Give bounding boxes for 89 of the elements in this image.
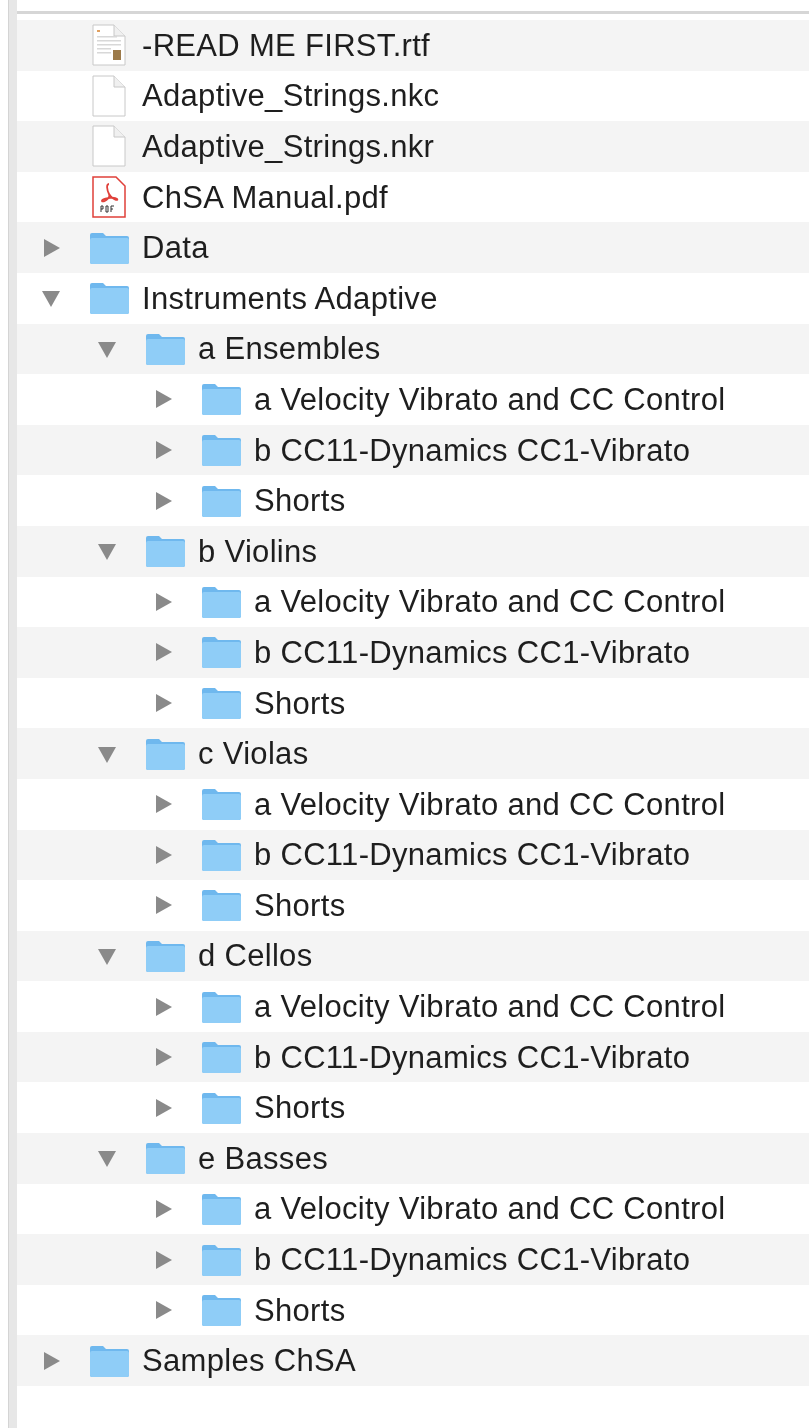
folder-icon <box>144 1141 186 1176</box>
folder-icon <box>200 483 242 518</box>
disclosure-triangle-icon[interactable] <box>153 1300 173 1321</box>
folder-icon <box>144 736 186 771</box>
file-icon <box>92 125 126 168</box>
disclosure-triangle-icon[interactable] <box>153 490 173 511</box>
file-name: a Velocity Vibrato and CC Control <box>254 788 726 820</box>
file-row[interactable]: Data <box>17 222 809 273</box>
folder-icon <box>200 837 242 872</box>
file-row[interactable]: b CC11-Dynamics CC1-Vibrato <box>17 424 809 476</box>
file-name: e Basses <box>198 1142 328 1174</box>
file-name: Shorts <box>254 485 346 517</box>
file-row[interactable]: Adaptive_Strings.nkr <box>17 121 809 172</box>
file-name: Shorts <box>254 1092 346 1124</box>
disclosure-triangle-icon[interactable] <box>153 693 173 713</box>
file-row[interactable]: b Violins <box>17 525 809 577</box>
disclosure-triangle-icon[interactable] <box>153 1198 173 1219</box>
file-name: Shorts <box>254 1294 346 1326</box>
file-name: b CC11-Dynamics CC1-Vibrato <box>254 434 691 466</box>
file-name: c Violas <box>198 738 309 770</box>
disclosure-triangle-icon[interactable] <box>153 895 173 916</box>
disclosure-triangle-icon[interactable] <box>153 389 173 410</box>
file-name: a Velocity Vibrato and CC Control <box>254 991 726 1023</box>
folder-icon <box>200 433 242 468</box>
disclosure-triangle-icon[interactable] <box>97 946 117 966</box>
file-name: b Violins <box>198 535 318 567</box>
file-name: a Velocity Vibrato and CC Control <box>254 383 726 415</box>
folder-icon <box>200 584 242 619</box>
disclosure-triangle-icon[interactable] <box>41 1350 61 1371</box>
file-name: Adaptive_Strings.nkr <box>142 131 435 162</box>
file-row[interactable]: b CC11-Dynamics CC1-Vibrato <box>17 829 809 881</box>
file-row[interactable]: d Cellos <box>17 930 809 982</box>
file-row[interactable]: b CC11-Dynamics CC1-Vibrato <box>17 1031 809 1083</box>
folder-icon <box>200 1191 242 1226</box>
file-row[interactable]: e Basses <box>17 1133 809 1184</box>
file-row[interactable]: -READ ME FIRST.rtf <box>17 20 809 71</box>
disclosure-triangle-icon[interactable] <box>97 1148 117 1169</box>
folder-icon <box>200 1293 242 1328</box>
file-row[interactable]: a Ensembles <box>17 323 809 375</box>
folder-icon <box>88 281 130 316</box>
disclosure-triangle-icon[interactable] <box>153 440 173 461</box>
file-row[interactable]: b CC11-Dynamics CC1-Vibrato <box>17 627 809 678</box>
folder-icon <box>200 686 242 720</box>
disclosure-triangle-icon[interactable] <box>153 794 173 815</box>
disclosure-triangle-icon[interactable] <box>97 541 117 562</box>
file-name: a Velocity Vibrato and CC Control <box>254 1193 726 1225</box>
file-name: b CC11-Dynamics CC1-Vibrato <box>254 636 691 668</box>
file-name: b CC11-Dynamics CC1-Vibrato <box>254 839 691 871</box>
file-row[interactable]: Samples ChSA <box>17 1335 809 1387</box>
disclosure-triangle-icon[interactable] <box>153 1249 173 1270</box>
folder-icon <box>200 382 242 417</box>
disclosure-triangle-icon[interactable] <box>153 844 173 865</box>
folder-icon <box>200 787 242 822</box>
file-name: Adaptive_Strings.nkc <box>142 80 440 112</box>
folder-icon <box>144 939 186 973</box>
disclosure-triangle-icon[interactable] <box>153 996 173 1017</box>
file-row[interactable]: c Violas <box>17 728 809 779</box>
file-name: Shorts <box>254 687 346 719</box>
file-name: Samples ChSA <box>142 1345 356 1377</box>
file-name: ChSA Manual.pdf <box>142 181 388 213</box>
file-name: Data <box>142 232 209 264</box>
file-name: Instruments Adaptive <box>142 282 438 314</box>
folder-icon <box>200 1040 242 1075</box>
file-name: -READ ME FIRST.rtf <box>142 29 431 61</box>
disclosure-triangle-icon[interactable] <box>41 237 61 258</box>
folder-icon <box>200 1242 242 1277</box>
disclosure-triangle-icon[interactable] <box>153 1097 173 1118</box>
folder-icon <box>200 888 242 923</box>
file-name: a Ensembles <box>198 333 381 365</box>
file-name: a Velocity Vibrato and CC Control <box>254 586 726 618</box>
file-row[interactable]: b CC11-Dynamics CC1-Vibrato <box>17 1234 809 1285</box>
file-name: d Cellos <box>198 940 313 972</box>
document-icon <box>92 24 126 67</box>
disclosure-triangle-icon[interactable] <box>41 288 61 309</box>
disclosure-triangle-icon[interactable] <box>153 642 173 663</box>
disclosure-triangle-icon[interactable] <box>153 591 173 612</box>
folder-icon <box>200 1090 242 1125</box>
disclosure-triangle-icon[interactable] <box>153 1047 173 1068</box>
pdf-icon <box>92 176 126 219</box>
file-name: Shorts <box>254 889 346 921</box>
folder-icon <box>200 635 242 670</box>
file-icon <box>92 74 126 117</box>
folder-icon <box>144 331 186 366</box>
file-name: b CC11-Dynamics CC1-Vibrato <box>254 1041 691 1073</box>
folder-icon <box>200 989 242 1024</box>
file-name: b CC11-Dynamics CC1-Vibrato <box>254 1244 691 1276</box>
folder-icon <box>88 230 130 265</box>
folder-icon <box>144 534 186 569</box>
folder-icon <box>88 1343 130 1378</box>
